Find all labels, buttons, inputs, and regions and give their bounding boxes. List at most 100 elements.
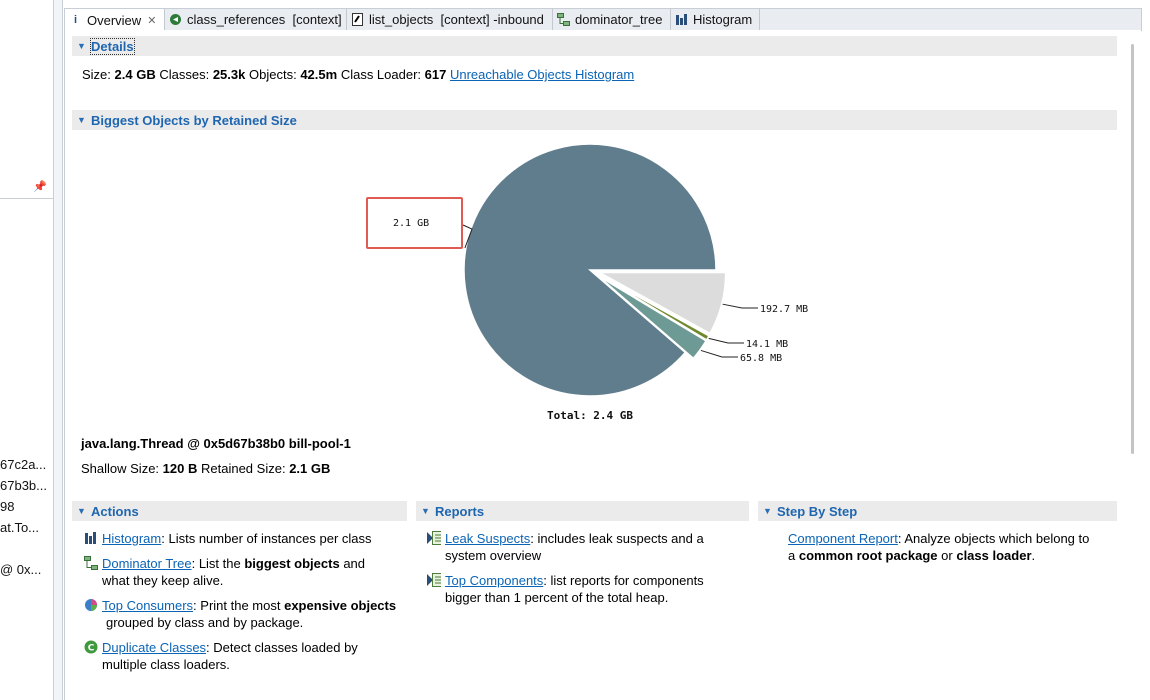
step-desc-bold: class loader bbox=[956, 548, 1032, 563]
class-loader-value: 617 bbox=[424, 67, 447, 82]
dominator-tree-icon bbox=[84, 556, 98, 570]
class-ref-icon bbox=[169, 13, 182, 26]
tab-histogram[interactable]: Histogram bbox=[671, 9, 760, 30]
action-desc: : List the bbox=[191, 556, 245, 571]
close-icon[interactable]: ✕ bbox=[147, 14, 156, 27]
svg-text:C: C bbox=[88, 644, 95, 654]
scrollbar-thumb[interactable] bbox=[1131, 44, 1134, 454]
reports-title: Reports bbox=[435, 503, 485, 519]
step-desc: or bbox=[937, 548, 957, 563]
retained-size-label: Retained Size: bbox=[201, 461, 286, 476]
collapse-triangle-icon[interactable]: ▼ bbox=[77, 506, 91, 516]
component-report-link[interactable]: Component Report bbox=[788, 531, 898, 546]
collapse-triangle-icon[interactable]: ▼ bbox=[421, 506, 435, 516]
pie-slice-label: 14.1 MB bbox=[746, 339, 788, 350]
tab-class-references[interactable]: class_references [context] bbox=[165, 9, 347, 30]
pie-slice-label: 65.8 MB bbox=[740, 353, 782, 364]
pie-leader-line bbox=[722, 303, 758, 309]
action-desc: and bbox=[339, 556, 366, 571]
dominator-tree-icon bbox=[557, 13, 570, 26]
action-desc: : Detect classes loaded by bbox=[206, 640, 358, 655]
pie-leader-line bbox=[708, 337, 744, 344]
details-title: Details bbox=[90, 37, 135, 55]
top-consumers-icon bbox=[85, 599, 97, 611]
selected-object-sizes: Shallow Size: 120 B Retained Size: 2.1 G… bbox=[81, 461, 330, 476]
highlight-box bbox=[366, 197, 463, 249]
duplicate-classes-icon: C bbox=[84, 640, 98, 654]
tab-label: Overview bbox=[87, 12, 142, 28]
left-fragment: at.To... bbox=[0, 520, 40, 535]
biggest-objects-title: Biggest Objects by Retained Size bbox=[91, 112, 297, 128]
tab-list-objects[interactable]: list_objects [context] -inbound bbox=[347, 9, 553, 30]
step-by-step-title: Step By Step bbox=[777, 503, 858, 519]
info-icon: i bbox=[73, 13, 78, 26]
class-loader-label: Class Loader: bbox=[340, 67, 422, 82]
duplicate-classes-link[interactable]: Duplicate Classes bbox=[102, 640, 206, 655]
retained-size-pie-chart[interactable]: 2.1 GB192.7 MB14.1 MB65.8 MBTotal: 2.4 G… bbox=[330, 140, 850, 430]
objects-label: Objects: bbox=[249, 67, 297, 82]
panel-gutter bbox=[54, 0, 63, 700]
tab-label: Histogram bbox=[693, 12, 753, 27]
list-objects-icon bbox=[351, 13, 364, 26]
action-desc-bold: biggest objects bbox=[244, 556, 340, 571]
top-components-link[interactable]: Top Components bbox=[445, 573, 543, 588]
step-desc: a bbox=[788, 548, 799, 563]
leak-suspects-link[interactable]: Leak Suspects bbox=[445, 531, 530, 546]
action-desc: : Lists number of instances per class bbox=[161, 531, 372, 546]
size-value: 2.4 GB bbox=[114, 67, 156, 82]
collapse-triangle-icon[interactable]: ▼ bbox=[77, 41, 91, 51]
tab-dominator-tree[interactable]: dominator_tree bbox=[553, 9, 671, 30]
action-desc: grouped by class and by package. bbox=[106, 615, 304, 630]
reports-section-header[interactable]: ▼ Reports bbox=[416, 501, 749, 521]
actions-title: Actions bbox=[91, 503, 139, 519]
collapse-triangle-icon[interactable]: ▼ bbox=[77, 115, 91, 125]
histogram-link[interactable]: Histogram bbox=[102, 531, 161, 546]
left-fragment: @ 0x... bbox=[0, 562, 42, 577]
retained-size-value: 2.1 GB bbox=[289, 461, 331, 476]
action-desc-bold: expensive objects bbox=[284, 598, 397, 613]
objects-value: 42.5m bbox=[300, 67, 338, 82]
report-desc: : list reports for components bbox=[543, 573, 704, 588]
tab-overview[interactable]: i Overview ✕ bbox=[65, 9, 165, 31]
classes-label: Classes: bbox=[159, 67, 210, 82]
action-desc: what they keep alive. bbox=[102, 573, 224, 588]
top-consumers-link[interactable]: Top Consumers bbox=[102, 598, 193, 613]
step-desc: . bbox=[1031, 548, 1036, 563]
report-desc: : includes leak suspects and a bbox=[530, 531, 704, 546]
histogram-icon bbox=[85, 532, 96, 544]
left-fragment: 67c2a... bbox=[0, 457, 47, 472]
pie-total-label: Total: 2.4 GB bbox=[547, 409, 633, 422]
size-label: Size: bbox=[82, 67, 111, 82]
shallow-size-label: Shallow Size: bbox=[81, 461, 160, 476]
details-section-header[interactable]: ▼ Details bbox=[72, 36, 1117, 56]
vertical-scrollbar[interactable] bbox=[1128, 34, 1137, 700]
classes-value: 25.3k bbox=[212, 67, 246, 82]
collapse-triangle-icon[interactable]: ▼ bbox=[763, 506, 777, 516]
left-fragment: 67b3b... bbox=[0, 478, 47, 493]
biggest-objects-section-header[interactable]: ▼ Biggest Objects by Retained Size bbox=[72, 110, 1117, 130]
selected-object-name: java.lang.Thread @ 0x5d67b38b0 bill-pool… bbox=[81, 436, 351, 451]
step-by-step-section-header[interactable]: ▼ Step By Step bbox=[758, 501, 1117, 521]
editor-tab-bar: i Overview ✕ class_references [context] … bbox=[64, 8, 1142, 31]
action-desc: : Print the most bbox=[193, 598, 285, 613]
shallow-size-value: 120 B bbox=[162, 461, 198, 476]
left-panel: 📌 67c2a... 67b3b... 98 at.To... @ 0x... bbox=[0, 0, 54, 700]
action-desc: multiple class loaders. bbox=[102, 657, 230, 672]
details-summary: Size: 2.4 GB Classes: 25.3k Objects: 42.… bbox=[82, 67, 634, 82]
left-fragment: 98 bbox=[0, 499, 15, 514]
dominator-tree-link[interactable]: Dominator Tree bbox=[102, 556, 192, 571]
tab-label: list_objects [context] -inbound bbox=[369, 12, 544, 27]
pie-leader-line bbox=[700, 349, 738, 358]
step-desc: : Analyze objects which belong to bbox=[897, 531, 1090, 546]
pie-slice[interactable] bbox=[463, 143, 717, 397]
panel-divider bbox=[0, 198, 53, 199]
actions-section-header[interactable]: ▼ Actions bbox=[72, 501, 407, 521]
pie-slice-label: 192.7 MB bbox=[760, 304, 808, 315]
unreachable-objects-histogram-link[interactable]: Unreachable Objects Histogram bbox=[450, 67, 634, 82]
report-desc: system overview bbox=[445, 548, 542, 563]
report-icon bbox=[427, 573, 441, 587]
report-icon bbox=[427, 531, 441, 545]
pin-icon[interactable]: 📌 bbox=[33, 180, 47, 193]
report-desc: bigger than 1 percent of the total heap. bbox=[445, 590, 669, 605]
step-desc-bold: common root package bbox=[798, 548, 938, 563]
